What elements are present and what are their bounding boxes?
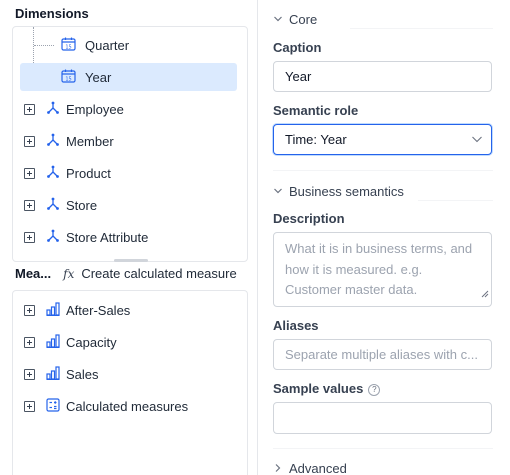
expand-icon[interactable] bbox=[24, 167, 35, 179]
model-tree-panel: Dimensions 15 Quarter 15 Year Employee M… bbox=[0, 0, 258, 475]
expand-icon[interactable] bbox=[24, 231, 35, 243]
tree-item-label: Capacity bbox=[66, 334, 117, 350]
divider bbox=[350, 28, 493, 29]
tree-item-label: Calculated measures bbox=[66, 398, 189, 414]
semantic-role-select[interactable]: Time: Year bbox=[273, 124, 492, 155]
tree-item-quarter[interactable]: 15 Quarter bbox=[61, 32, 129, 58]
tree-item-capacity[interactable]: Capacity bbox=[24, 329, 117, 355]
caption-value: Year bbox=[285, 69, 312, 84]
caption-input[interactable]: Year bbox=[273, 61, 492, 92]
core-group-label: Core bbox=[289, 12, 318, 27]
business-semantics-group-header[interactable]: Business semantics bbox=[273, 184, 404, 199]
sample-values-label-row: Sample values? bbox=[273, 381, 381, 396]
divider bbox=[418, 200, 493, 201]
tree-line bbox=[34, 45, 54, 46]
resize-grip-icon[interactable] bbox=[481, 284, 489, 305]
tree-item-member[interactable]: Member bbox=[24, 128, 114, 154]
tree-item-label: Employee bbox=[66, 101, 124, 117]
semantic-role-value: Time: Year bbox=[285, 132, 347, 147]
chevron-down-icon bbox=[273, 12, 283, 27]
measures-header: Mea... fx Create calculated measure bbox=[15, 266, 237, 281]
tree-item-sales[interactable]: Sales bbox=[24, 361, 99, 387]
expand-icon[interactable] bbox=[24, 336, 35, 348]
chevron-right-icon bbox=[273, 461, 283, 475]
svg-text:15: 15 bbox=[65, 76, 71, 82]
help-icon[interactable]: ? bbox=[368, 384, 381, 396]
tree-item-label: Year bbox=[85, 69, 112, 85]
svg-text:15: 15 bbox=[65, 44, 71, 50]
chevron-down-icon bbox=[273, 184, 283, 199]
hierarchy-icon bbox=[46, 197, 60, 214]
measure-group-icon bbox=[46, 365, 60, 383]
semantic-role-label: Semantic role bbox=[273, 103, 359, 118]
sample-values-label: Sample values bbox=[273, 381, 364, 396]
aliases-input[interactable]: Separate multiple aliases with c... bbox=[273, 339, 492, 370]
tree-item-calculated-measures[interactable]: Calculated measures bbox=[24, 393, 188, 419]
tree-item-label: Member bbox=[66, 133, 114, 149]
expand-icon[interactable] bbox=[24, 400, 35, 412]
expand-icon[interactable] bbox=[24, 103, 35, 115]
tree-item-label: Store bbox=[66, 197, 98, 213]
create-calculated-measure-button[interactable]: Create calculated measure bbox=[81, 266, 236, 281]
tree-item-after-sales[interactable]: After-Sales bbox=[24, 297, 130, 323]
advanced-group-header[interactable]: Advanced bbox=[273, 461, 347, 475]
divider bbox=[273, 170, 493, 171]
description-label: Description bbox=[273, 211, 345, 226]
core-group-header[interactable]: Core bbox=[273, 12, 317, 27]
calculator-icon bbox=[46, 397, 60, 415]
measure-group-icon bbox=[46, 301, 60, 319]
hierarchy-icon bbox=[46, 133, 60, 150]
calendar-icon: 15 bbox=[61, 69, 76, 86]
hierarchy-icon bbox=[46, 165, 60, 182]
chevron-down-icon bbox=[471, 132, 483, 147]
advanced-group-label: Advanced bbox=[289, 461, 347, 475]
tree-item-label: Quarter bbox=[85, 37, 130, 53]
panel-resize-handle[interactable] bbox=[114, 259, 148, 262]
tree-item-year[interactable]: 15 Year bbox=[20, 63, 237, 91]
tree-item-label: Product bbox=[66, 165, 111, 181]
expand-icon[interactable] bbox=[24, 304, 35, 316]
measure-group-icon bbox=[46, 333, 60, 351]
hierarchy-icon bbox=[46, 101, 60, 118]
hierarchy-icon bbox=[46, 229, 60, 246]
properties-panel: Core Caption Year Semantic role Time: Ye… bbox=[258, 0, 510, 475]
aliases-placeholder: Separate multiple aliases with c... bbox=[285, 347, 478, 362]
divider bbox=[273, 448, 493, 449]
expand-icon[interactable] bbox=[24, 135, 35, 147]
description-placeholder: What it is in business terms, and how it… bbox=[285, 241, 473, 297]
tree-item-store-attribute[interactable]: Store Attribute bbox=[24, 224, 148, 250]
tree-item-product[interactable]: Product bbox=[24, 160, 111, 186]
dimensions-title: Dimensions bbox=[15, 6, 89, 21]
tree-item-store[interactable]: Store bbox=[24, 192, 97, 218]
caption-label: Caption bbox=[273, 40, 322, 55]
measures-tree: After-Sales Capacity Sales Calculated me… bbox=[12, 290, 248, 475]
calendar-icon: 15 bbox=[61, 37, 76, 54]
sample-values-input[interactable] bbox=[273, 402, 492, 434]
tree-item-label: After-Sales bbox=[66, 302, 131, 318]
tree-item-label: Sales bbox=[66, 366, 99, 382]
expand-icon[interactable] bbox=[24, 199, 35, 211]
expand-icon[interactable] bbox=[24, 368, 35, 380]
tree-item-employee[interactable]: Employee bbox=[24, 96, 124, 122]
dimensions-tree: 15 Quarter 15 Year Employee Member Produ… bbox=[12, 26, 248, 262]
measures-title: Mea... bbox=[15, 266, 52, 281]
description-textarea[interactable]: What it is in business terms, and how it… bbox=[273, 232, 492, 307]
business-semantics-group-label: Business semantics bbox=[289, 184, 404, 199]
tree-item-label: Store Attribute bbox=[66, 229, 149, 245]
fx-icon[interactable]: fx bbox=[63, 267, 74, 281]
aliases-label: Aliases bbox=[273, 318, 319, 333]
